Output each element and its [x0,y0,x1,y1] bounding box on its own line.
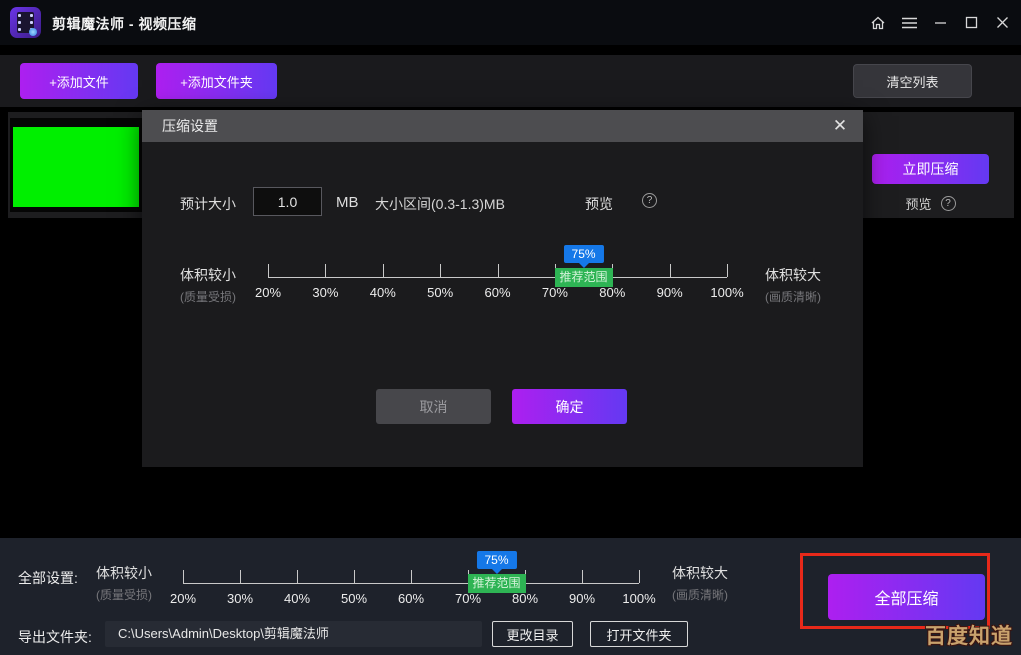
help-icon[interactable]: ? [642,193,657,208]
slider-tick [727,264,728,277]
slider-baseline [268,277,727,278]
slider-track[interactable]: 推荐范围 75% 20%30%40%50%60%70%80%90%100% [183,551,639,613]
app-title: 剪辑魔法师 - 视频压缩 [52,14,196,34]
slider-right-label: 体积较大 (画质清晰) [672,563,762,603]
slider-tick [411,570,412,583]
slider-tick [354,570,355,583]
slider-tick [498,264,499,277]
slider-tick-label: 100% [622,591,655,606]
slider-tick-label: 20% [255,285,281,300]
video-thumbnail-frame [10,118,142,212]
window-controls [867,0,1013,45]
app-window: 剪辑魔法师 - 视频压缩 +添加文件 +添加文件夹 清空列表 [0,0,1021,655]
slider-tick-label: 80% [512,591,538,606]
add-file-button[interactable]: +添加文件 [20,63,138,99]
dialog-preview-link[interactable]: 预览 [585,194,613,214]
dialog-header: 压缩设置 ✕ [142,110,863,142]
export-folder-label: 导出文件夹: [18,627,92,647]
slider-tick-label: 40% [370,285,396,300]
slider-tick-label: 100% [710,285,743,300]
ok-button[interactable]: 确定 [512,389,627,424]
slider-tick-label: 70% [542,285,568,300]
estimated-size-label: 预计大小 [180,194,236,214]
slider-tick-label: 30% [312,285,338,300]
slider-tick-label: 70% [455,591,481,606]
slider-tick-label: 20% [170,591,196,606]
preview-link[interactable]: 预览 [905,194,931,213]
dialog-close-icon[interactable]: ✕ [829,115,851,137]
slider-value-badge[interactable]: 75% [564,245,604,263]
clear-list-button[interactable]: 清空列表 [853,64,972,98]
maximize-icon[interactable] [960,12,982,34]
help-icon[interactable]: ? [941,196,956,211]
cancel-button[interactable]: 取消 [376,389,491,424]
slider-tick-label: 90% [657,285,683,300]
change-directory-button[interactable]: 更改目录 [492,621,573,647]
compression-settings-dialog: 压缩设置 ✕ 预计大小 MB 大小区间(0.3-1.3)MB 预览 ? 体积较小… [142,110,863,467]
slider-tick [325,264,326,277]
open-folder-button[interactable]: 打开文件夹 [590,621,688,647]
add-folder-button[interactable]: +添加文件夹 [156,63,277,99]
dialog-title: 压缩设置 [162,116,218,136]
slider-baseline [183,583,639,584]
export-path-field[interactable]: C:\Users\Admin\Desktop\剪辑魔法师 [105,621,482,647]
slider-right-label: 体积较大 (画质清晰) [765,265,855,305]
bottom-bar: 全部设置: 体积较小 (质量受损) 推荐范围 75% 20%30%40%50%6… [0,538,1021,655]
menu-icon[interactable] [898,12,920,34]
toolbar: +添加文件 +添加文件夹 清空列表 [0,55,1021,107]
all-settings-label: 全部设置: [18,568,78,588]
slider-tick-label: 60% [484,285,510,300]
slider-track[interactable]: 推荐范围 75% 20%30%40%50%60%70%80%90%100% [268,245,727,307]
watermark: 百度知道 [925,620,1013,650]
home-icon[interactable] [867,12,889,34]
slider-tick [582,570,583,583]
size-range-label: 大小区间(0.3-1.3)MB [375,194,505,214]
slider-tick [268,264,269,277]
slider-value-badge[interactable]: 75% [476,551,516,569]
slider-tick-label: 30% [227,591,253,606]
slider-tick-label: 50% [427,285,453,300]
slider-tick [670,264,671,277]
close-icon[interactable] [991,12,1013,34]
video-thumbnail[interactable] [13,127,139,207]
slider-tick [440,264,441,277]
compress-all-button[interactable]: 全部压缩 [828,574,985,620]
slider-tick [183,570,184,583]
minimize-icon[interactable] [929,12,951,34]
slider-tick-label: 60% [398,591,424,606]
slider-tick [240,570,241,583]
app-logo-icon [10,7,41,38]
slider-tick-label: 80% [599,285,625,300]
slider-tick-label: 50% [341,591,367,606]
slider-tick [639,570,640,583]
titlebar: 剪辑魔法师 - 视频压缩 [0,0,1021,45]
estimated-size-row: 预计大小 MB 大小区间(0.3-1.3)MB 预览 ? [142,187,863,217]
size-unit-label: MB [336,194,359,211]
estimated-size-input[interactable] [253,187,322,216]
slider-tick [297,570,298,583]
slider-tick-label: 40% [284,591,310,606]
slider-tick-label: 90% [569,591,595,606]
compress-now-button[interactable]: 立即压缩 [872,154,989,184]
slider-tick [383,264,384,277]
